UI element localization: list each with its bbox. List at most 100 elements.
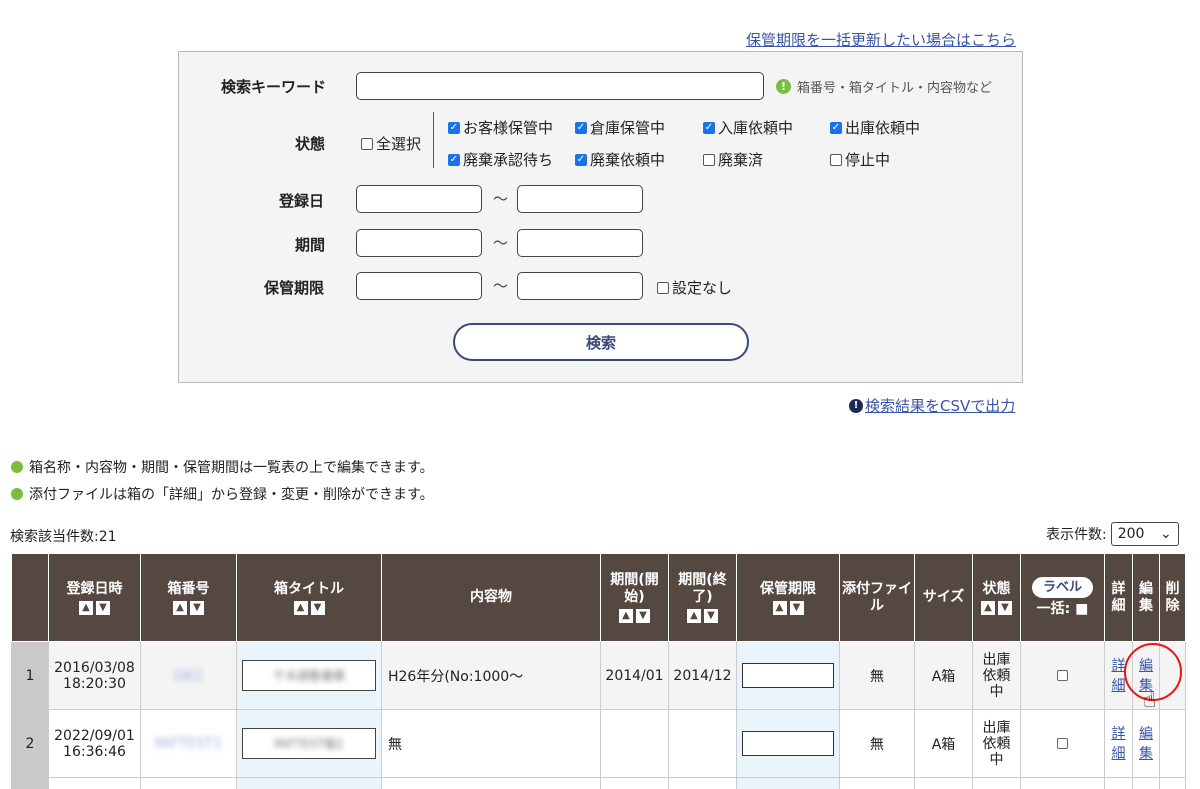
sort-desc-icon: ▼ — [96, 600, 110, 615]
col-period-start[interactable]: 期間(開始) ▲ ▼ — [600, 553, 669, 642]
attachment: 無 — [839, 709, 915, 778]
retention-from-input[interactable] — [356, 272, 482, 300]
period-end[interactable]: 2014/12 — [668, 641, 737, 710]
divider — [433, 112, 434, 168]
csv-export-link[interactable]: ! 検索結果をCSVで出力 — [849, 395, 1015, 416]
box-number[interactable]: MIFTEST1 — [140, 709, 237, 778]
period-start[interactable] — [600, 709, 669, 778]
status-checkbox-stopped[interactable]: 停止中 — [830, 149, 890, 170]
note-item: 添付ファイルは箱の「詳細」から登録・変更・削除ができます。 — [11, 484, 434, 504]
col-period-end[interactable]: 期間(終了) ▲ ▼ — [668, 553, 737, 642]
sort-asc-icon: ▲ — [173, 600, 187, 615]
col-label: ラベル 一括: ■ — [1020, 553, 1105, 642]
box-title-input[interactable]: 千木調整書類 — [242, 660, 376, 691]
sort-asc-icon: ▲ — [619, 609, 633, 623]
retention-label: 保管期限 — [264, 279, 325, 297]
no-setting-checkbox[interactable]: 設定なし — [657, 277, 732, 298]
retention-cell — [736, 641, 840, 710]
detail-cell: 詳細 — [1104, 709, 1133, 778]
per-page-select[interactable]: 200 ⌄ — [1110, 522, 1179, 546]
contents[interactable]: 無 — [381, 709, 601, 778]
col-contents: 内容物 — [381, 553, 601, 642]
tilde: ～ — [493, 277, 509, 295]
sort-asc-icon: ▲ — [293, 600, 308, 615]
bullet-icon — [11, 461, 23, 473]
reg-datetime: 2022/09/01 16:36:46 — [48, 709, 141, 778]
box-number[interactable]: GK2 — [140, 641, 237, 710]
detail-cell: 詳細 — [1104, 641, 1133, 710]
sort-desc-icon: ▼ — [704, 609, 718, 623]
detail-link[interactable]: 詳細 — [1112, 724, 1126, 764]
attachment: 無 — [839, 641, 915, 710]
bulk-update-retention-link[interactable]: 保管期限を一括更新したい場合はこちら — [746, 29, 1016, 50]
row-number: 1 — [11, 641, 49, 710]
label-cell — [1020, 709, 1105, 778]
sort-desc-icon: ▼ — [636, 609, 650, 623]
table-row — [11, 777, 1186, 789]
status-checkbox-inbound[interactable]: ✓ 入庫依頼中 — [703, 117, 793, 138]
delete-cell — [1159, 641, 1186, 710]
label-button[interactable]: ラベル — [1031, 577, 1093, 598]
status: 出庫依頼中 — [972, 709, 1021, 778]
row-checkbox[interactable] — [1057, 738, 1068, 749]
status-checkbox-customer[interactable]: ✓ お客様保管中 — [448, 117, 553, 138]
period-end[interactable] — [668, 709, 737, 778]
sort-asc-icon: ▲ — [772, 600, 787, 615]
pointer-hand-icon: ☝ — [1143, 688, 1157, 713]
size: A箱 — [914, 641, 973, 710]
keyword-input[interactable] — [356, 72, 764, 100]
reg-date-from-input[interactable] — [356, 185, 482, 213]
reg-date-to-input[interactable] — [517, 185, 643, 213]
edit-cell: 編集 — [1132, 709, 1160, 778]
col-edit: 編集 — [1132, 553, 1160, 642]
status-checkbox-warehouse[interactable]: ✓ 倉庫保管中 — [575, 117, 665, 138]
keyword-label: 検索キーワード — [221, 78, 327, 96]
period-to-input[interactable] — [517, 229, 643, 257]
retention-to-input[interactable] — [517, 272, 643, 300]
period-from-input[interactable] — [356, 229, 482, 257]
col-retention[interactable]: 保管期限 ▲ ▼ — [736, 553, 840, 642]
edit-link[interactable]: 編集 — [1139, 724, 1153, 764]
row-number: 2 — [11, 709, 49, 778]
table-header: 登録日時 ▲ ▼ 箱番号 ▲ ▼ 箱タイトル ▲ ▼ 内容物 期間(開始) ▲ ▼ 期間(終了)… — [11, 553, 1186, 642]
retention-input[interactable] — [742, 663, 834, 688]
col-status[interactable]: 状態 ▲ ▼ — [972, 553, 1021, 642]
status-checkbox-disposed[interactable]: 廃棄済 — [703, 149, 763, 170]
retention-input[interactable] — [742, 731, 834, 756]
sort-asc-icon: ▲ — [687, 609, 701, 623]
select-all-checkbox[interactable]: 全選択 — [361, 133, 421, 154]
status-checkbox-disposal-request[interactable]: ✓ 廃棄依頼中 — [575, 149, 665, 170]
row-checkbox[interactable] — [1057, 670, 1068, 681]
col-reg-datetime[interactable]: 登録日時 ▲ ▼ — [48, 553, 141, 642]
status-label: 状態 — [295, 135, 326, 153]
delete-cell — [1159, 709, 1186, 778]
search-button[interactable]: 検索 — [453, 323, 749, 361]
keyword-hint: ! 箱番号・箱タイトル・内容物など — [776, 77, 992, 96]
result-count: 検索該当件数:21 — [10, 529, 117, 545]
size: A箱 — [914, 709, 973, 778]
sort-desc-icon: ▼ — [998, 600, 1012, 615]
col-detail: 詳細 — [1104, 553, 1133, 642]
checkbox-box[interactable] — [361, 137, 373, 150]
col-box-title[interactable]: 箱タイトル ▲ ▼ — [236, 553, 382, 642]
sort-desc-icon: ▼ — [789, 600, 804, 615]
col-box-number[interactable]: 箱番号 ▲ ▼ — [140, 553, 237, 642]
bulk-checkbox[interactable]: ■ — [1075, 601, 1088, 617]
contents[interactable]: H26年分(No:1000～ — [381, 641, 601, 710]
sort-desc-icon: ▼ — [190, 600, 204, 615]
box-title-input[interactable]: MIFTEST箱1 — [242, 728, 376, 759]
info-icon: ! — [776, 79, 791, 94]
col-delete: 削除 — [1159, 553, 1186, 642]
box-title-cell: MIFTEST箱1 — [236, 709, 382, 778]
per-page: 表示件数: 200 ⌄ — [1046, 522, 1179, 546]
table-row: 1 2016/03/08 18:20:30 GK2 千木調整書類 H26年分(No… — [11, 641, 1186, 710]
period-start[interactable]: 2014/01 — [600, 641, 669, 710]
results-table: 登録日時 ▲ ▼ 箱番号 ▲ ▼ 箱タイトル ▲ ▼ 内容物 期間(開始) ▲ ▼ 期間(終了)… — [11, 553, 1186, 789]
status-checkbox-outbound[interactable]: ✓ 出庫依頼中 — [830, 117, 920, 138]
tilde: ～ — [493, 190, 509, 208]
box-title-cell: 千木調整書類 — [236, 641, 382, 710]
label-cell — [1020, 641, 1105, 710]
status-checkbox-disposal-approval[interactable]: ✓ 廃棄承認待ち — [448, 149, 553, 170]
reg-date-label: 登録日 — [279, 192, 325, 210]
detail-link[interactable]: 詳細 — [1112, 656, 1126, 696]
